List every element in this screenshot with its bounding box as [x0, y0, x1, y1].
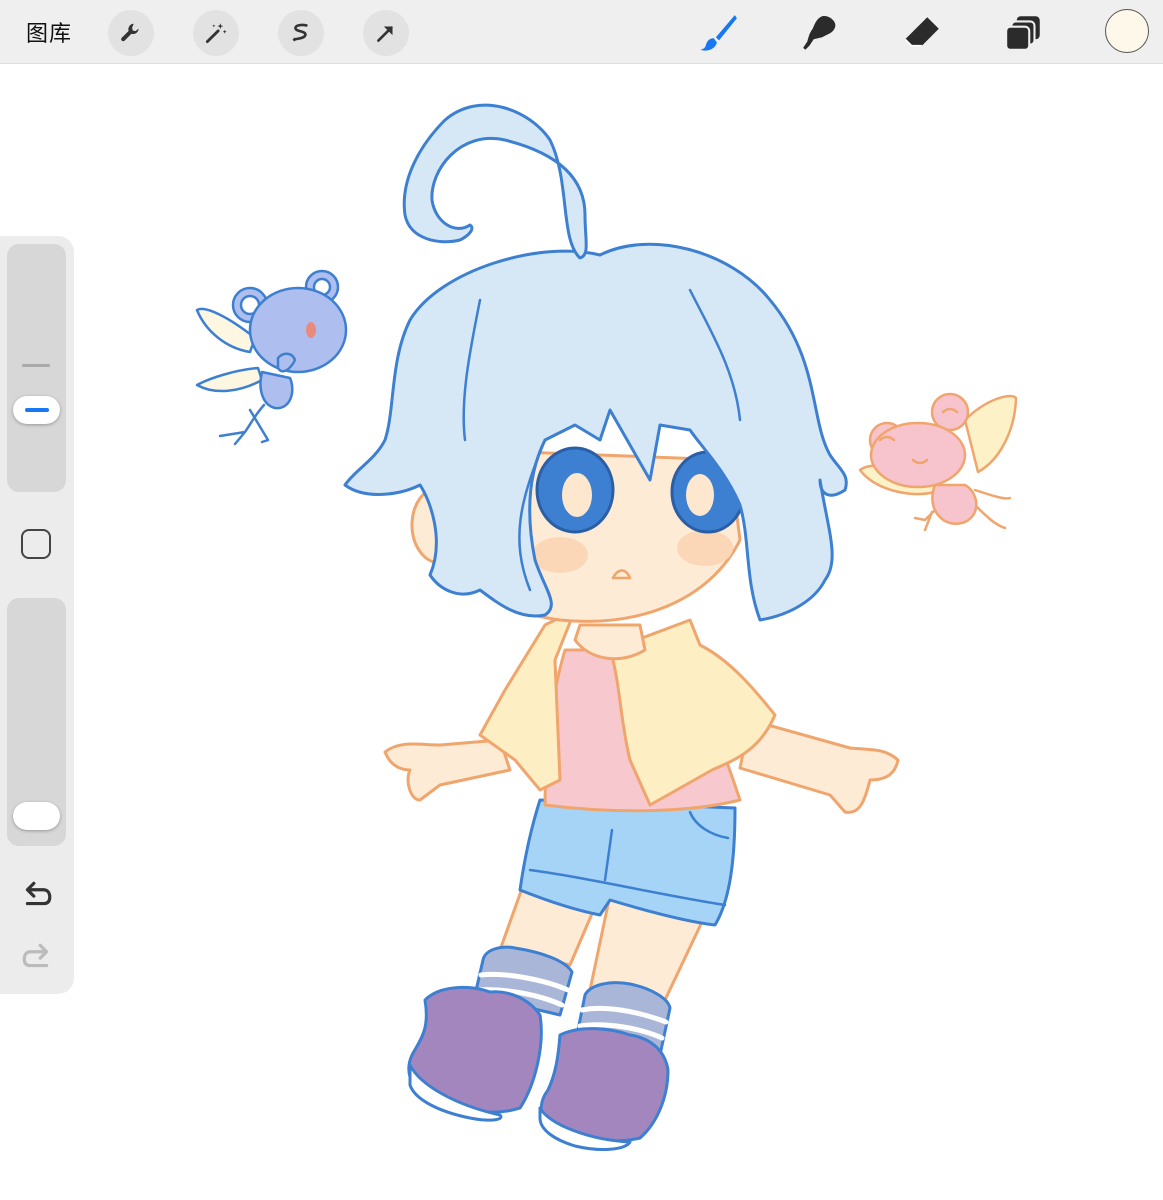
pink-frog-fairy — [858, 392, 1018, 532]
brush-size-slider[interactable] — [7, 244, 66, 492]
slider-tick — [22, 364, 50, 367]
brush-tool-button[interactable] — [697, 12, 739, 54]
layers-button[interactable] — [1003, 12, 1045, 54]
left-sidebar — [0, 236, 74, 994]
modify-square-icon[interactable] — [21, 529, 51, 559]
eraser-tool-button[interactable] — [901, 12, 943, 54]
opacity-slider[interactable] — [7, 598, 66, 846]
eraser-icon — [904, 17, 939, 47]
drawing-canvas[interactable] — [0, 64, 1163, 1200]
smudge-icon — [803, 15, 836, 50]
redo-icon — [22, 943, 49, 968]
selection-icon — [292, 23, 308, 42]
smudge-tool-button[interactable] — [799, 12, 841, 54]
redo-button[interactable] — [19, 938, 55, 974]
magic-wand-icon — [205, 23, 227, 44]
brush-icon — [700, 15, 737, 51]
actions-button[interactable] — [108, 10, 154, 56]
layers-icon — [1005, 16, 1040, 51]
brush-size-slider-handle[interactable] — [13, 395, 60, 424]
chibi-character — [343, 103, 900, 1151]
selection-button[interactable] — [278, 10, 324, 56]
color-picker-button[interactable] — [1105, 9, 1149, 53]
transform-arrow-icon — [377, 26, 393, 42]
opacity-slider-handle[interactable] — [13, 801, 60, 830]
gallery-button[interactable]: 图库 — [26, 16, 72, 48]
undo-icon — [25, 881, 52, 906]
top-toolbar: 图库 — [0, 0, 1163, 64]
undo-button[interactable] — [19, 876, 55, 912]
wrench-icon — [121, 23, 139, 42]
transform-button[interactable] — [363, 10, 409, 56]
adjustments-button[interactable] — [193, 10, 239, 56]
blue-mouse-fairy — [195, 269, 348, 446]
